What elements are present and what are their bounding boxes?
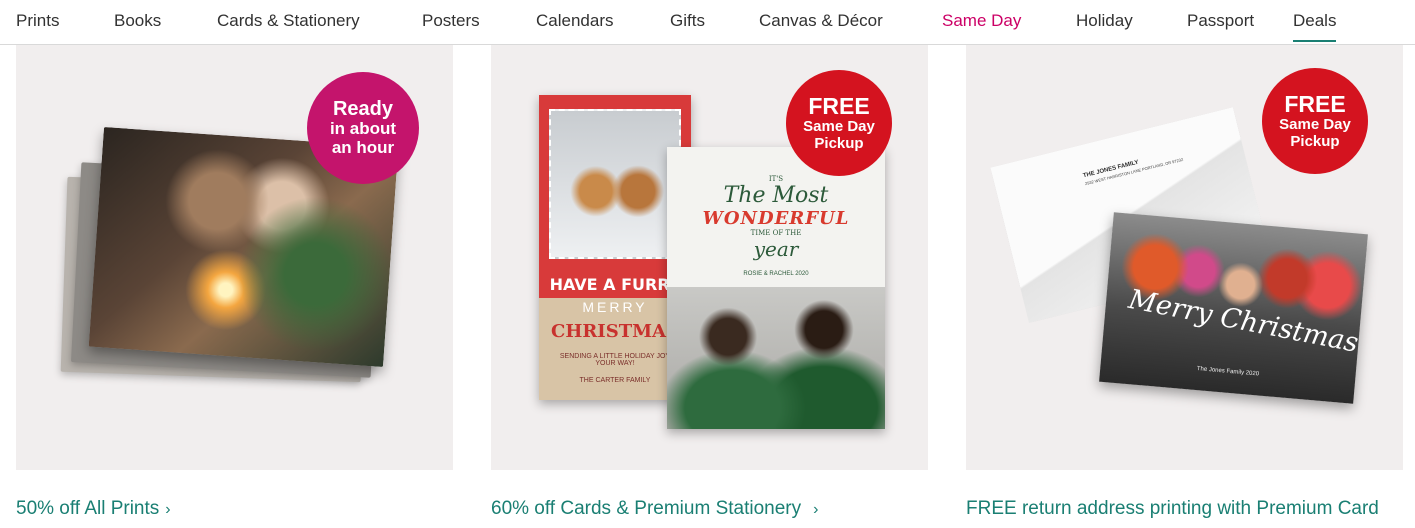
badge-line1: FREE xyxy=(808,92,870,119)
card-text-family: THE CARTER FAMILY xyxy=(579,377,651,384)
card-text-the-most: The Most xyxy=(723,183,829,208)
friends-photo xyxy=(667,287,885,429)
promo-link-return-address[interactable]: FREE return address printing with Premiu… xyxy=(966,498,1379,520)
card-text-its: IT'S xyxy=(768,175,784,183)
badge-line2: Same Day xyxy=(1279,116,1351,134)
badge-line3: Pickup xyxy=(814,134,864,152)
nav-item-holiday[interactable]: Holiday xyxy=(1076,11,1133,31)
card-text-sending: SENDING A LITTLE HOLIDAY JOY YOUR WAY! xyxy=(559,353,671,367)
card-heading: IT'S The Most WONDERFUL TIME OF THE year xyxy=(667,175,885,261)
badge-line1: FREE xyxy=(1284,90,1346,117)
card-text-names: ROSIE & RACHEL 2020 xyxy=(743,271,809,277)
badge-line1: Ready xyxy=(332,98,394,121)
nav-item-deals[interactable]: Deals xyxy=(1293,11,1337,42)
ready-badge: Ready in about an hour xyxy=(307,72,419,184)
promo-card-prints[interactable]: Ready in about an hour xyxy=(16,45,453,470)
promo-link-text: FREE return address printing with Premiu… xyxy=(966,498,1379,519)
card-text-family: The Jones Family 2020 xyxy=(1196,366,1260,378)
chevron-right-icon: › xyxy=(165,501,171,518)
nav-item-passport[interactable]: Passport xyxy=(1187,11,1254,31)
category-nav: Prints Books Cards & Stationery Posters … xyxy=(0,0,1415,45)
card-text-merry-christmas: Merry Christmas xyxy=(1126,283,1361,359)
corgi-photo xyxy=(549,109,681,259)
holiday-card-wonderful: IT'S The Most WONDERFUL TIME OF THE year… xyxy=(667,147,885,429)
promo-card-cards[interactable]: HAVE A FURRY MERRY CHRISTMAS SENDING A L… xyxy=(491,45,928,470)
free-pickup-badge: FREE Same Day Pickup xyxy=(786,70,892,176)
nav-item-calendars[interactable]: Calendars xyxy=(536,11,614,31)
nav-item-books[interactable]: Books xyxy=(114,11,161,31)
family-photo-card: Merry Christmas The Jones Family 2020 xyxy=(1099,212,1368,404)
free-pickup-badge: FREE Same Day Pickup xyxy=(1262,68,1368,174)
nav-item-cards-stationery[interactable]: Cards & Stationery xyxy=(217,11,360,31)
promo-link-prints[interactable]: 50% off All Prints › xyxy=(16,498,171,520)
card-text-time-of: TIME OF THE xyxy=(750,229,802,237)
badge-line3: Pickup xyxy=(1290,132,1340,150)
badge-line2: Same Day xyxy=(803,118,875,136)
nav-item-same-day[interactable]: Same Day xyxy=(942,11,1021,31)
promo-card-return-address[interactable]: THE JONES FAMILY 2932 WEST HARRISTON LAN… xyxy=(966,45,1403,470)
badge-line2: in about xyxy=(329,119,397,139)
nav-item-gifts[interactable]: Gifts xyxy=(670,11,705,31)
promo-link-text: 60% off Cards & Premium Stationery xyxy=(491,498,802,519)
promo-link-text: 50% off All Prints xyxy=(16,498,160,519)
nav-item-prints[interactable]: Prints xyxy=(16,11,59,31)
card-text-wonderful: WONDERFUL xyxy=(702,208,850,229)
promo-link-cards[interactable]: 60% off Cards & Premium Stationery › xyxy=(491,498,818,520)
nav-item-posters[interactable]: Posters xyxy=(422,11,480,31)
chevron-right-icon: › xyxy=(813,501,819,518)
card-text-year: year xyxy=(753,237,799,261)
badge-line3: an hour xyxy=(331,138,395,157)
nav-item-canvas-decor[interactable]: Canvas & Décor xyxy=(759,11,883,31)
